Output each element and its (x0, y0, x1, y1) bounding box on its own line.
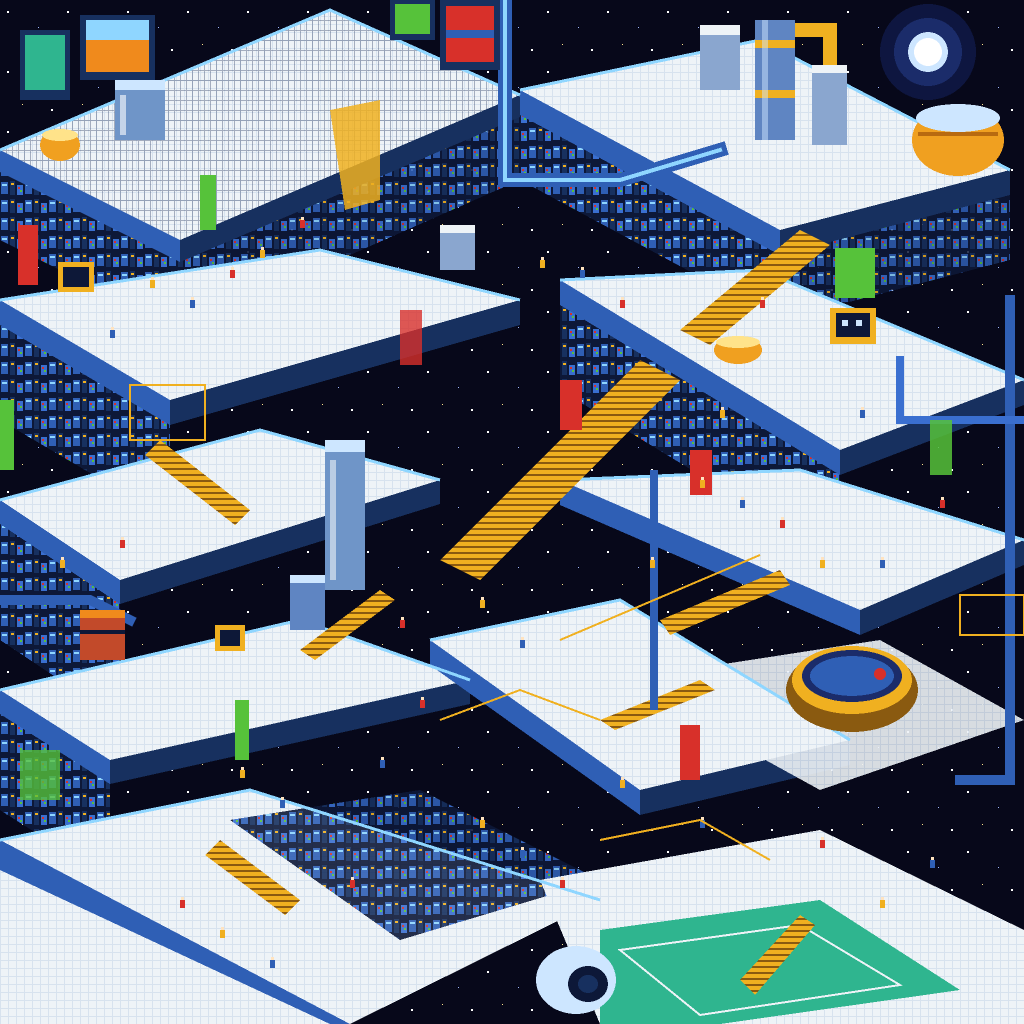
monitor-icon (390, 0, 435, 40)
tank-icon (700, 25, 740, 90)
tank-icon (290, 575, 325, 630)
tank-icon (812, 65, 847, 145)
game-scene (0, 0, 1024, 1024)
tank-icon (40, 129, 80, 161)
radar-dish-icon (536, 946, 616, 1014)
isometric-factory-map (0, 0, 1024, 1024)
moon-icon (880, 4, 976, 100)
monitor-icon (20, 30, 70, 100)
monitor-icon (58, 262, 94, 292)
tank-icon (755, 20, 795, 140)
monitor-icon (440, 0, 500, 70)
tank-icon (115, 80, 165, 140)
tank-icon (440, 225, 475, 270)
tank-icon (80, 610, 125, 660)
monitor-icon (830, 308, 876, 344)
tank-icon (912, 104, 1004, 176)
circular-arena (786, 646, 918, 732)
tank-icon (714, 336, 762, 364)
reactor-icon (325, 440, 365, 590)
monitor-icon (80, 15, 155, 80)
monitor-icon (215, 625, 245, 651)
